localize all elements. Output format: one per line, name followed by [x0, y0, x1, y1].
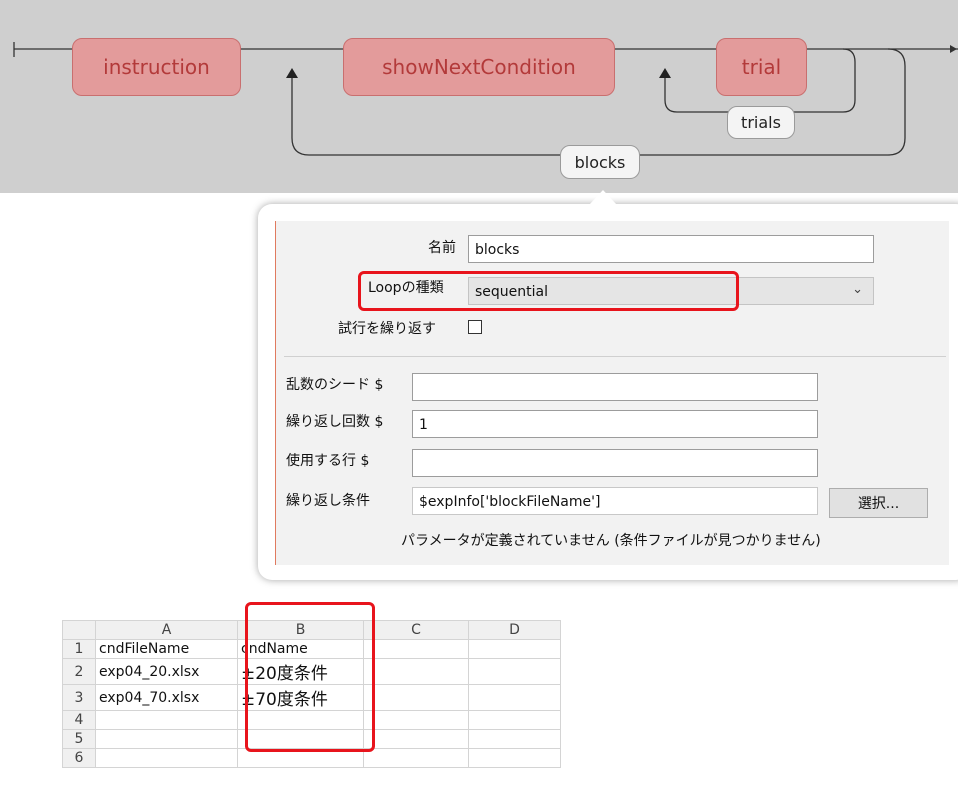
chevron-down-icon: ⌄	[852, 282, 863, 297]
nreps-label: 繰り返し回数 $	[286, 414, 384, 430]
cell-a2[interactable]: exp04_20.xlsx	[95, 658, 238, 685]
cell-c5[interactable]	[363, 729, 469, 749]
routine-trial[interactable]: trial	[716, 38, 807, 96]
row-header[interactable]: 1	[62, 639, 96, 659]
seed-label: 乱数のシード $	[286, 377, 384, 393]
row-header[interactable]: 2	[62, 658, 96, 685]
routine-show-next-condition[interactable]: showNextCondition	[343, 38, 615, 96]
row-header[interactable]: 4	[62, 710, 96, 730]
cell-d2[interactable]	[468, 658, 561, 685]
cell-d4[interactable]	[468, 710, 561, 730]
loop-properties-panel: 名前 blocks Loopの種類 sequential ⌄ 試行を繰り返す 乱…	[275, 221, 949, 565]
seed-input[interactable]	[412, 373, 818, 401]
select-all-corner[interactable]	[62, 620, 96, 640]
selected-rows-input[interactable]	[412, 449, 818, 477]
cell-c3[interactable]	[363, 684, 469, 711]
flow-lines	[13, 42, 958, 156]
name-label: 名前	[428, 240, 456, 256]
loop-type-highlight	[358, 271, 739, 311]
row-header[interactable]: 3	[62, 684, 96, 711]
status-message: パラメータが定義されていません (条件ファイルが見つかりません)	[401, 533, 821, 549]
conditions-input[interactable]: $expInfo['blockFileName']	[412, 487, 818, 515]
cell-d6[interactable]	[468, 748, 561, 768]
column-header-c[interactable]: C	[363, 620, 469, 640]
cell-a5[interactable]	[95, 729, 238, 749]
cell-c2[interactable]	[363, 658, 469, 685]
cell-c1[interactable]	[363, 639, 469, 659]
browse-button[interactable]: 選択...	[829, 488, 928, 518]
conditions-label: 繰り返し条件	[286, 493, 370, 509]
spreadsheet: A B C D 1 cndFileName cndName 2 exp04_20…	[62, 602, 561, 768]
column-header-a[interactable]: A	[95, 620, 238, 640]
loop-properties-popup: 名前 blocks Loopの種類 sequential ⌄ 試行を繰り返す 乱…	[258, 204, 958, 580]
column-header-d[interactable]: D	[468, 620, 561, 640]
popup-pointer	[589, 190, 617, 205]
repeat-trials-checkbox[interactable]	[468, 320, 482, 334]
flow-panel: instruction showNextCondition trial tria…	[0, 0, 958, 193]
row-header[interactable]: 5	[62, 729, 96, 749]
loop-trials[interactable]: trials	[727, 106, 795, 139]
divider	[284, 356, 946, 357]
cell-d1[interactable]	[468, 639, 561, 659]
cell-a1[interactable]: cndFileName	[95, 639, 238, 659]
routine-instruction[interactable]: instruction	[72, 38, 241, 96]
row-header[interactable]: 6	[62, 748, 96, 768]
column-b-highlight	[245, 602, 375, 752]
cell-c4[interactable]	[363, 710, 469, 730]
cell-a3[interactable]: exp04_70.xlsx	[95, 684, 238, 711]
nreps-input[interactable]: 1	[412, 410, 818, 438]
cell-a4[interactable]	[95, 710, 238, 730]
selected-rows-label: 使用する行 $	[286, 453, 370, 469]
cell-c6[interactable]	[363, 748, 469, 768]
name-input[interactable]: blocks	[468, 235, 874, 263]
loop-blocks[interactable]: blocks	[560, 145, 640, 179]
cell-d5[interactable]	[468, 729, 561, 749]
repeat-trials-label: 試行を繰り返す	[338, 321, 436, 337]
cell-d3[interactable]	[468, 684, 561, 711]
cell-a6[interactable]	[95, 748, 238, 768]
